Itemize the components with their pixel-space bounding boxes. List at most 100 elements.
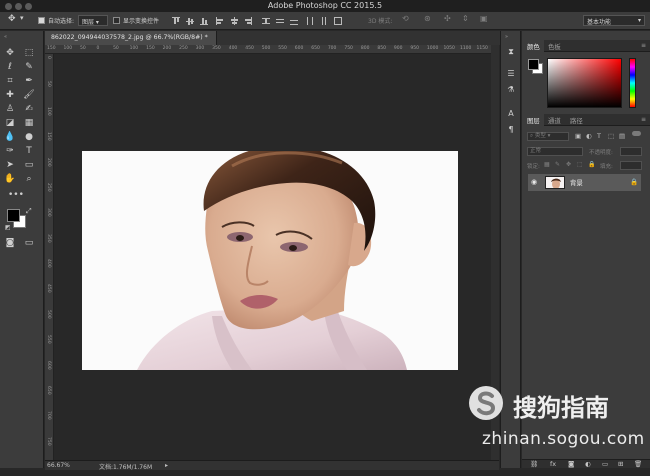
collapse-dock-icon[interactable]: » xyxy=(505,34,508,40)
ruler-tick-label: 0 xyxy=(46,56,51,59)
tab-paths[interactable]: 路径 xyxy=(570,116,583,125)
character-panel-icon[interactable]: A xyxy=(504,107,518,120)
link-layers-icon[interactable]: ⛓ xyxy=(530,460,538,468)
add-mask-icon[interactable]: ◙ xyxy=(568,460,574,468)
new-group-icon[interactable]: ▭ xyxy=(602,460,608,468)
tab-channels[interactable]: 通道 xyxy=(548,116,561,125)
screen-mode-icon[interactable]: ▭ xyxy=(22,237,36,250)
healing-brush-tool-icon[interactable]: ✚ xyxy=(3,89,17,102)
3d-slide-icon[interactable]: ⇕ xyxy=(462,14,469,23)
dodge-tool-icon[interactable]: ● xyxy=(22,131,36,144)
default-colors-icon[interactable]: ◩ xyxy=(5,224,11,231)
shape-tool-icon[interactable]: ▭ xyxy=(22,159,36,172)
zoom-tool-icon[interactable]: ⌕ xyxy=(22,173,36,186)
hand-tool-icon[interactable]: ✋ xyxy=(3,173,17,186)
history-panel-icon[interactable]: ⧗ xyxy=(504,45,518,58)
gradient-tool-icon[interactable]: ▦ xyxy=(22,117,36,130)
align-bottom-icon[interactable] xyxy=(200,17,208,25)
distribute-hcenter-icon[interactable] xyxy=(320,17,328,25)
pen-tool-icon[interactable]: ✑ xyxy=(3,145,17,158)
status-menu-icon[interactable]: ▸ xyxy=(165,462,168,469)
delete-layer-icon[interactable]: 🗑 xyxy=(634,460,642,468)
distribute-top-icon[interactable] xyxy=(262,17,270,25)
distribute-vcenter-icon[interactable] xyxy=(276,17,284,25)
history-brush-tool-icon[interactable]: ✍ xyxy=(22,103,36,116)
3d-scale-icon[interactable]: ▣ xyxy=(480,14,488,23)
tab-layers[interactable]: 图层 xyxy=(527,116,540,125)
opacity-field[interactable] xyxy=(620,147,642,156)
blend-mode-dropdown[interactable]: 正常 xyxy=(527,147,583,156)
tab-color[interactable]: 颜色 xyxy=(527,42,540,51)
filter-toggle[interactable] xyxy=(632,131,641,136)
distribute-bottom-icon[interactable] xyxy=(290,17,298,25)
3d-pan-icon[interactable]: ✣ xyxy=(444,14,451,23)
crop-tool-icon[interactable]: ⌗ xyxy=(3,75,17,88)
tab-swatches[interactable]: 色板 xyxy=(548,42,561,51)
3d-roll-icon[interactable]: ⊛ xyxy=(424,14,431,23)
marquee-tool-icon[interactable]: ⬚ xyxy=(22,47,36,60)
paragraph-panel-icon[interactable]: ¶ xyxy=(504,123,518,136)
path-selection-tool-icon[interactable]: ➤ xyxy=(3,159,17,172)
filter-adjustment-icon[interactable]: ◐ xyxy=(586,132,592,140)
3d-mode-label: 3D 模式: xyxy=(368,18,393,25)
new-adjustment-icon[interactable]: ◐ xyxy=(585,460,591,468)
layer-row[interactable]: ◉ 背景 🔒 xyxy=(528,174,641,191)
layer-style-icon[interactable]: fx xyxy=(550,460,556,468)
type-tool-icon[interactable]: T xyxy=(22,145,36,158)
lock-position-icon[interactable]: ✥ xyxy=(566,161,571,168)
properties-panel-icon[interactable]: ☰ xyxy=(504,67,518,80)
align-right-icon[interactable] xyxy=(244,17,252,25)
filter-type-icon[interactable]: T xyxy=(597,132,601,140)
auto-select-dropdown[interactable]: 图层 ▾ xyxy=(78,15,108,26)
lasso-tool-icon[interactable]: ℓ xyxy=(3,61,17,74)
ruler-tick-label: 150 xyxy=(146,46,155,51)
hue-slider[interactable] xyxy=(629,58,636,108)
align-hcenter-icon[interactable] xyxy=(230,17,238,25)
document-tab-title: 862022_094944037578_2.jpg @ 66.7%(RGB/8#… xyxy=(51,34,208,41)
foreground-color-swatch[interactable] xyxy=(7,209,20,222)
fill-field[interactable] xyxy=(620,161,642,170)
lock-transparent-icon[interactable]: ▦ xyxy=(544,161,550,168)
move-tool-icon[interactable]: ✥ xyxy=(3,47,17,60)
move-tool-preset-icon[interactable]: ✥ xyxy=(8,14,16,24)
filter-smart-object-icon[interactable]: ▤ xyxy=(619,132,625,140)
color-panel-fg-swatch[interactable] xyxy=(528,59,539,70)
new-layer-icon[interactable]: ⊞ xyxy=(618,460,623,468)
align-left-icon[interactable] xyxy=(216,17,224,25)
swap-colors-icon[interactable]: ⤢ xyxy=(26,207,32,216)
document-image[interactable] xyxy=(82,151,458,370)
clone-stamp-tool-icon[interactable]: ♙ xyxy=(3,103,17,116)
brush-tool-icon[interactable]: 🖌 xyxy=(22,89,36,102)
adjustments-panel-icon[interactable]: ⚗ xyxy=(504,83,518,96)
auto-select-checkbox[interactable] xyxy=(38,17,45,24)
eye-icon[interactable]: ◉ xyxy=(531,178,537,186)
lock-all-icon[interactable]: 🔒 xyxy=(588,161,595,168)
zoom-level[interactable]: 66.67% xyxy=(47,462,70,469)
collapse-toolbar-icon[interactable]: « xyxy=(4,34,7,40)
lock-image-icon[interactable]: ✎ xyxy=(555,161,560,168)
auto-align-icon[interactable] xyxy=(334,17,342,25)
panel-menu-icon[interactable]: ≡ xyxy=(641,42,646,49)
color-spectrum[interactable] xyxy=(547,58,622,108)
layer-kind-filter[interactable]: ⌕ 类型 ▾ xyxy=(527,132,569,141)
ruler-tick-label: 50 xyxy=(80,46,86,51)
show-transform-checkbox[interactable] xyxy=(113,17,120,24)
blur-tool-icon[interactable]: 💧 xyxy=(3,131,17,144)
align-top-icon[interactable] xyxy=(172,17,180,25)
filter-pixel-icon[interactable]: ▣ xyxy=(575,132,581,140)
quick-mask-icon[interactable]: ◙ xyxy=(3,237,17,250)
distribute-left-icon[interactable] xyxy=(306,17,314,25)
chevron-down-icon[interactable]: ▾ xyxy=(20,14,24,22)
more-tools-icon[interactable]: ••• xyxy=(8,189,24,202)
eyedropper-tool-icon[interactable]: ✒ xyxy=(22,75,36,88)
workspace-dropdown[interactable]: 基本功能 ▾ xyxy=(583,15,645,26)
align-vcenter-icon[interactable] xyxy=(186,17,194,25)
quick-select-tool-icon[interactable]: ✎ xyxy=(22,61,36,74)
panel-menu-icon[interactable]: ≡ xyxy=(641,116,646,123)
document-tab[interactable]: 862022_094944037578_2.jpg @ 66.7%(RGB/8#… xyxy=(45,31,217,45)
filter-shape-icon[interactable]: ⬚ xyxy=(608,132,614,140)
lock-artboard-icon[interactable]: ⬚ xyxy=(577,161,583,168)
eraser-tool-icon[interactable]: ◪ xyxy=(3,117,17,130)
ruler-tick-label: 750 xyxy=(344,46,353,51)
3d-rotate-icon[interactable]: ⟲ xyxy=(402,14,409,23)
